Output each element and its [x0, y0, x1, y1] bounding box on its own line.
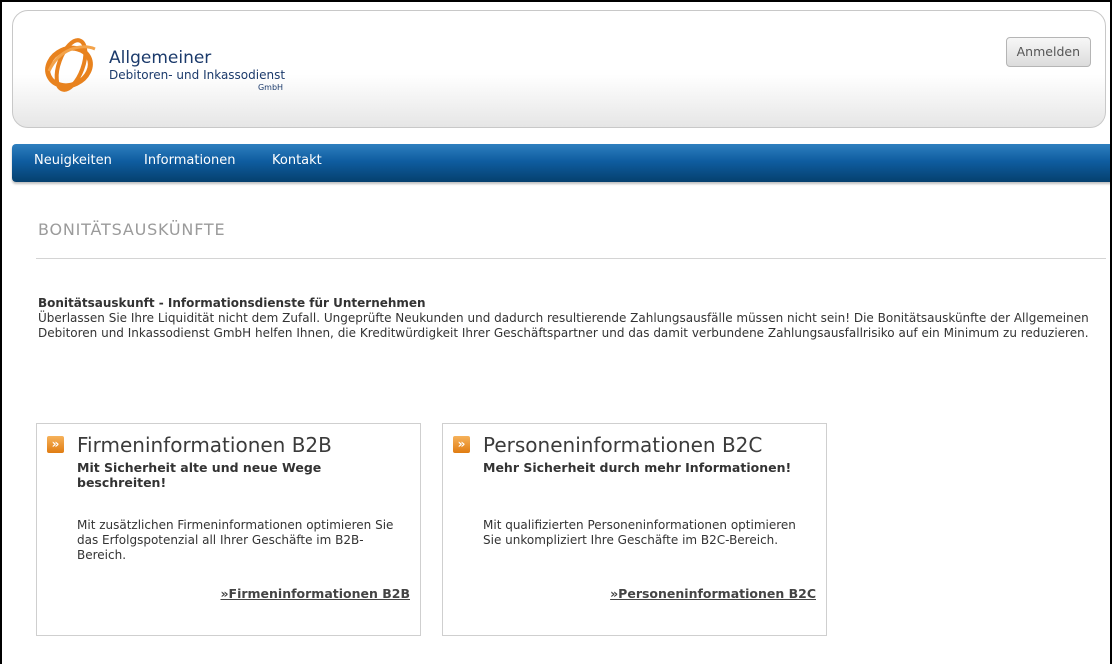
site-header: Allgemeiner Debitoren- und Inkassodienst… — [12, 10, 1106, 128]
logo-line-2: Debitoren- und Inkassodienst — [109, 68, 286, 82]
intro-text: Überlassen Sie Ihre Liquidität nicht dem… — [38, 311, 1089, 340]
card-subtitle: Mit Sicherheit alte und neue Wege beschr… — [77, 460, 322, 490]
logo-line-1: Allgemeiner — [109, 48, 212, 68]
card-body: Mit qualifizierten Personeninformationen… — [483, 518, 796, 547]
card-title: Firmeninformationen B2B — [77, 433, 332, 457]
arrow-bullet-icon: » — [453, 436, 470, 453]
card-subtitle: Mehr Sicherheit durch mehr Informationen… — [483, 460, 792, 475]
company-logo-text: Allgemeiner Debitoren- und Inkassodienst… — [109, 49, 285, 93]
b2c-info-link[interactable]: »Personeninformationen B2C — [610, 586, 816, 601]
card-title: Personeninformationen B2C — [483, 433, 763, 457]
nav-item-informationen[interactable]: Informationen — [144, 153, 236, 169]
card-b2c: » Personeninformationen B2C Mehr Sicherh… — [442, 423, 827, 636]
main-navigation: Neuigkeiten Informationen Kontakt — [12, 144, 1110, 182]
page-title: BONITÄTSAUSKÜNFTE — [38, 220, 226, 239]
nav-item-neuigkeiten[interactable]: Neuigkeiten — [34, 153, 112, 169]
intro-section: Bonitätsauskunft - Informationsdienste f… — [38, 296, 1100, 341]
company-logo-icon — [45, 38, 96, 92]
card-body: Mit zusätzlichen Firmeninformationen opt… — [77, 518, 394, 562]
title-divider — [36, 258, 1106, 259]
nav-item-kontakt[interactable]: Kontakt — [272, 153, 322, 169]
b2b-info-link[interactable]: »Firmeninformationen B2B — [220, 586, 410, 601]
page: Allgemeiner Debitoren- und Inkassodienst… — [0, 0, 1112, 664]
logo-line-3: GmbH — [257, 83, 284, 92]
intro-heading: Bonitätsauskunft - Informationsdienste f… — [38, 296, 426, 310]
login-button[interactable]: Anmelden — [1005, 37, 1091, 67]
arrow-bullet-icon: » — [47, 436, 64, 453]
card-b2b: » Firmeninformationen B2B Mit Sicherheit… — [36, 423, 421, 636]
